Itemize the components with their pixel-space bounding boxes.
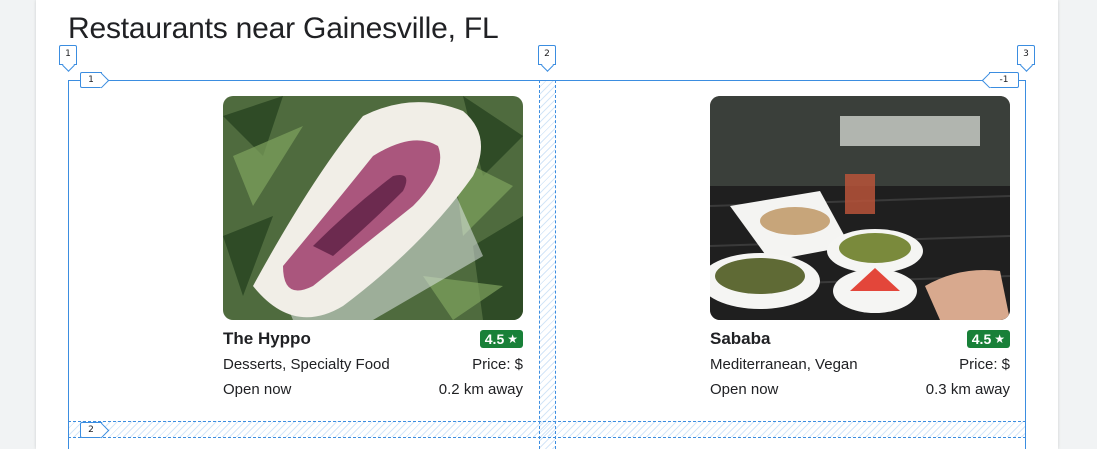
star-icon: ★: [994, 332, 1005, 346]
open-status: Open now: [710, 381, 779, 398]
star-icon: ★: [507, 332, 518, 346]
popsicle-photo: [223, 96, 523, 320]
rating-value: 4.5: [484, 331, 505, 347]
restaurant-price: Price: $: [472, 356, 523, 373]
restaurant-card[interactable]: The Hyppo 4.5 ★ Desserts, Specialty Food…: [223, 96, 523, 400]
restaurant-card[interactable]: Sababa 4.5 ★ Mediterranean, Vegan Price:…: [710, 96, 1010, 400]
rating-badge: 4.5 ★: [966, 330, 1010, 348]
rating-value: 4.5: [971, 331, 992, 347]
restaurant-categories: Mediterranean, Vegan: [710, 356, 858, 373]
restaurant-distance: 0.3 km away: [925, 381, 1010, 398]
restaurant-price: Price: $: [959, 356, 1010, 373]
rating-badge: 4.5 ★: [479, 330, 523, 348]
restaurant-name[interactable]: Sababa: [710, 329, 770, 349]
restaurant-distance: 0.2 km away: [438, 381, 523, 398]
open-status: Open now: [223, 381, 292, 398]
restaurant-categories: Desserts, Specialty Food: [223, 356, 390, 373]
grid-row-badge: 2: [80, 422, 102, 438]
mediterranean-meal-photo: [710, 96, 1010, 320]
grid-row-badge: 1: [80, 72, 102, 88]
grid-column-badge: 3: [1017, 45, 1035, 65]
grid-column-badge: 2: [538, 45, 556, 65]
page-title: Restaurants near Gainesville, FL: [68, 12, 499, 45]
restaurant-name[interactable]: The Hyppo: [223, 329, 311, 349]
grid-column-badge: 1: [59, 45, 77, 65]
page: Restaurants near Gainesville, FL 1 2 3 1…: [36, 0, 1058, 449]
grid-row-end-badge: -1: [989, 72, 1019, 88]
